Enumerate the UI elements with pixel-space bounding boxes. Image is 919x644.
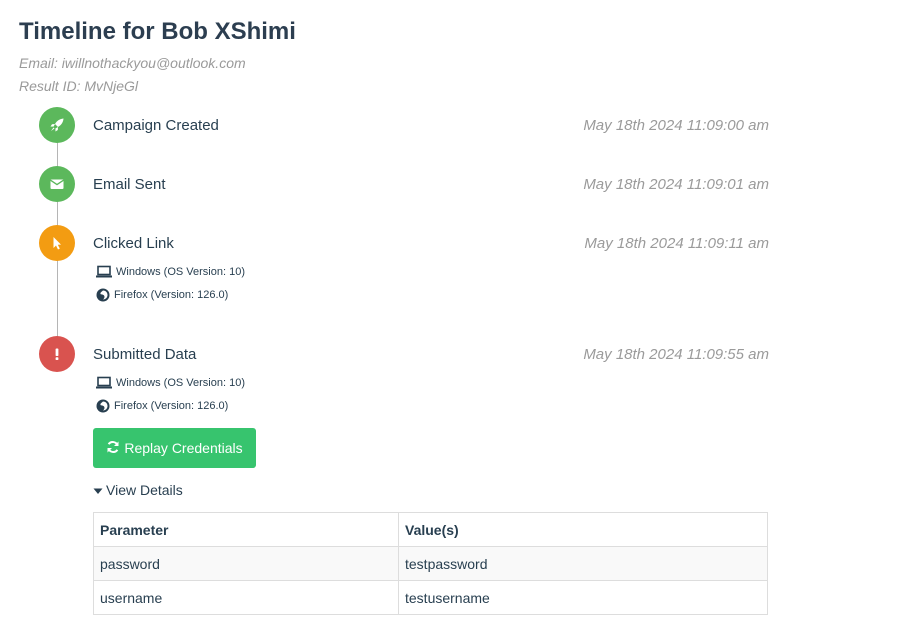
event-time: May 18th 2024 11:09:00 am <box>583 117 769 134</box>
table-header-row: Parameter Value(s) <box>93 512 768 547</box>
view-details-label: View Details <box>106 482 183 498</box>
event-label: Submitted Data <box>93 346 197 363</box>
browser-label: Firefox (Version: 126.0) <box>114 289 229 301</box>
os-detail: Windows (OS Version: 10) <box>95 376 245 390</box>
view-details-toggle[interactable]: View Details <box>93 482 183 498</box>
rocket-icon <box>39 107 75 143</box>
event-time: May 18th 2024 11:09:01 am <box>583 176 769 193</box>
column-header-parameter: Parameter <box>93 512 399 547</box>
os-detail: Windows (OS Version: 10) <box>95 265 245 279</box>
browser-detail: Firefox (Version: 126.0) <box>95 287 228 303</box>
os-label: Windows (OS Version: 10) <box>116 266 245 278</box>
parameter-cell: username <box>93 580 399 615</box>
event-label: Clicked Link <box>93 235 174 252</box>
event-label: Email Sent <box>93 176 166 193</box>
email-line: Email: iwillnothackyou@outlook.com <box>19 55 246 71</box>
refresh-icon <box>106 440 120 457</box>
exclamation-icon <box>39 336 75 372</box>
laptop-icon <box>95 376 113 390</box>
replay-credentials-label: Replay Credentials <box>124 440 243 456</box>
value-cell: testusername <box>398 580 768 615</box>
firefox-icon <box>95 398 111 414</box>
table-row: username testusername <box>93 580 768 615</box>
value-cell: testpassword <box>398 546 768 581</box>
result-id-line: Result ID: MvNjeGl <box>19 78 139 94</box>
event-time: May 18th 2024 11:09:11 am <box>584 235 769 252</box>
event-label: Campaign Created <box>93 117 219 134</box>
page-title: Timeline for Bob XShimi <box>19 18 296 45</box>
parameter-cell: password <box>93 546 399 581</box>
table-row: password testpassword <box>93 546 768 581</box>
cursor-icon <box>39 225 75 261</box>
laptop-icon <box>95 265 113 279</box>
os-label: Windows (OS Version: 10) <box>116 377 245 389</box>
replay-credentials-button[interactable]: Replay Credentials <box>93 428 256 468</box>
firefox-icon <box>95 287 111 303</box>
submitted-parameters-table: Parameter Value(s) password testpassword… <box>93 512 768 615</box>
event-time: May 18th 2024 11:09:55 am <box>583 346 769 363</box>
browser-detail: Firefox (Version: 126.0) <box>95 398 228 414</box>
browser-label: Firefox (Version: 126.0) <box>114 400 229 412</box>
column-header-values: Value(s) <box>398 512 768 547</box>
envelope-icon <box>39 166 75 202</box>
caret-down-icon <box>93 482 103 498</box>
